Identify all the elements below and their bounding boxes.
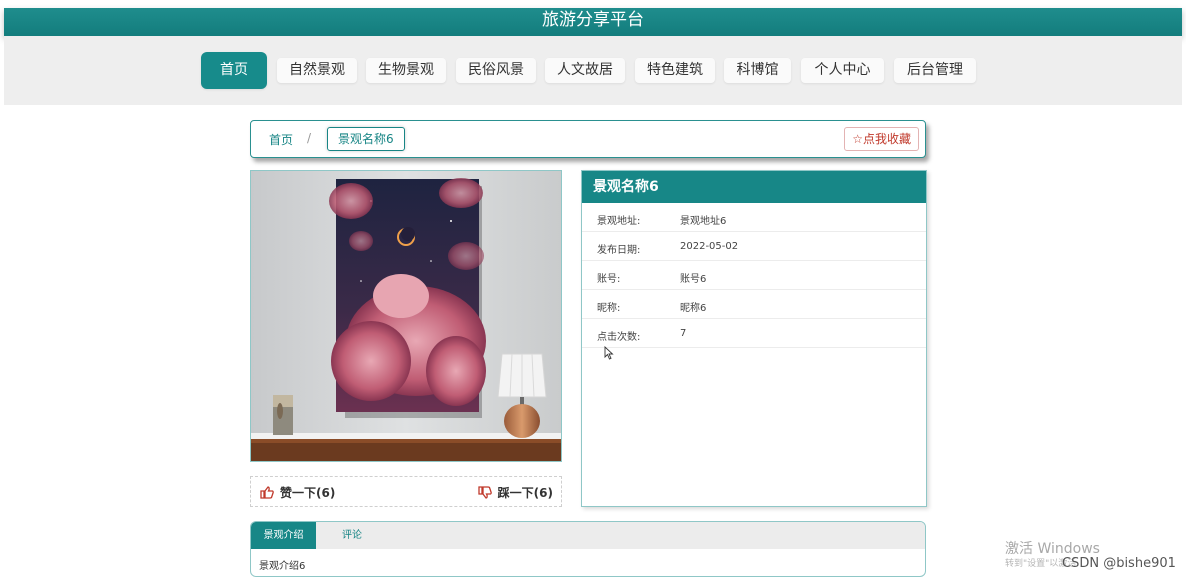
tab-header: 景观介绍 评论: [251, 522, 925, 549]
star-icon: ☆: [852, 132, 863, 146]
detail-label: 发布日期:: [597, 245, 641, 256]
nav-item-folk-scenery[interactable]: 民俗风景: [456, 58, 536, 83]
breadcrumb-current: 景观名称6: [327, 127, 405, 151]
windows-activation-watermark: 激活 Windows: [1005, 541, 1100, 557]
nav-item-biological-scenery[interactable]: 生物景观: [366, 58, 446, 83]
scenery-photo-illustration: [251, 171, 561, 461]
detail-row-address: 景观地址: 景观地址6: [582, 203, 926, 232]
scenery-image: [250, 170, 562, 462]
detail-label: 景观地址:: [597, 216, 641, 227]
dislike-button[interactable]: 踩一下(6): [478, 484, 553, 501]
dislike-label: 踩一下(6): [497, 486, 553, 500]
breadcrumb-separator: /: [307, 131, 312, 145]
nav-item-home[interactable]: 首页: [201, 52, 267, 89]
content-tabs: 景观介绍 评论 景观介绍6: [250, 521, 926, 577]
mouse-cursor-icon: [604, 346, 614, 360]
detail-label: 账号:: [597, 274, 621, 285]
thumbs-up-icon: [260, 486, 274, 499]
detail-value: 昵称6: [680, 303, 707, 314]
nav-item-former-residence[interactable]: 人文故居: [545, 58, 625, 83]
detail-label: 昵称:: [597, 303, 621, 314]
detail-row-nickname: 昵称: 昵称6: [582, 290, 926, 319]
breadcrumb-home-link[interactable]: 首页: [269, 131, 293, 148]
detail-row-click-count: 点击次数: 7: [582, 319, 926, 348]
nav-item-natural-scenery[interactable]: 自然景观: [277, 58, 357, 83]
favorite-label: 点我收藏: [862, 132, 911, 146]
site-title: 旅游分享平台: [542, 10, 644, 30]
csdn-watermark: CSDN @bishe901: [1062, 556, 1176, 571]
top-header-bar: 旅游分享平台: [4, 8, 1182, 36]
detail-value: 2022-05-02: [680, 241, 739, 252]
vote-bar: 赞一下(6) 踩一下(6): [250, 476, 562, 507]
detail-row-account: 账号: 账号6: [582, 261, 926, 290]
detail-value: 7: [680, 328, 687, 339]
nav-item-featured-architecture[interactable]: 特色建筑: [635, 58, 715, 83]
nav-item-admin[interactable]: 后台管理: [894, 58, 976, 83]
detail-value: 账号6: [680, 274, 707, 285]
tab-comments[interactable]: 评论: [342, 522, 362, 549]
detail-label: 点击次数:: [597, 332, 641, 343]
favorite-button[interactable]: ☆点我收藏: [844, 127, 919, 151]
thumbs-down-icon: [478, 486, 492, 499]
breadcrumb: 首页 / 景观名称6 ☆点我收藏: [250, 120, 926, 158]
detail-title: 景观名称6: [582, 171, 926, 203]
tab-scenery-intro[interactable]: 景观介绍: [251, 522, 316, 549]
tab-content-text: 景观介绍6: [259, 561, 306, 572]
detail-value: 景观地址6: [680, 216, 727, 227]
like-button[interactable]: 赞一下(6): [260, 484, 335, 501]
detail-panel: 景观名称6 景观地址: 景观地址6 发布日期: 2022-05-02 账号: 账…: [581, 170, 927, 507]
nav-item-personal-center[interactable]: 个人中心: [801, 58, 884, 83]
nav-item-science-museum[interactable]: 科博馆: [724, 58, 791, 83]
detail-row-publish-date: 发布日期: 2022-05-02: [582, 232, 926, 261]
like-label: 赞一下(6): [280, 486, 336, 500]
